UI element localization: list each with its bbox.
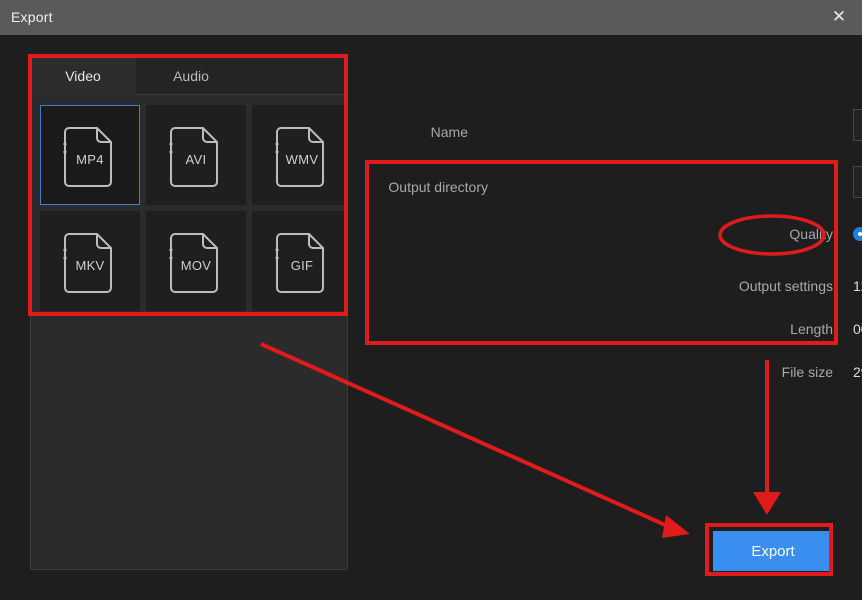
format-grid: MP4 AVI WMV MKV MOV GIF	[40, 105, 352, 311]
export-dialog: Export ✕ Video Audio MP4 AVI WMV MKV MOV…	[0, 0, 862, 600]
format-label-wmv: WMV	[285, 152, 319, 167]
tab-audio-label: Audio	[173, 67, 209, 84]
file-size-label: File size	[781, 364, 833, 380]
format-label-mov: MOV	[180, 258, 212, 273]
format-tabs: Video Audio	[30, 57, 348, 95]
settings-panel: Name Output directory Quality High Stand…	[365, 50, 862, 580]
length-value: 00:00:35.07	[853, 321, 862, 337]
format-tile-gif[interactable]: GIF	[252, 211, 352, 311]
length-label: Length	[790, 321, 833, 337]
close-icon[interactable]: ✕	[816, 0, 862, 35]
tab-empty	[246, 57, 348, 95]
tab-audio[interactable]: Audio	[136, 57, 246, 95]
file-icon: WMV	[271, 122, 333, 188]
file-icon: MKV	[59, 228, 121, 294]
radio-dot-icon	[853, 227, 862, 241]
file-size-value: 29.74 MB(Estimated)	[853, 364, 862, 380]
file-icon: GIF	[271, 228, 333, 294]
file-icon: AVI	[165, 122, 227, 188]
name-input[interactable]	[853, 109, 862, 141]
format-list-area: MP4 AVI WMV MKV MOV GIF	[30, 95, 352, 570]
format-tile-mov[interactable]: MOV	[146, 211, 246, 311]
tab-video[interactable]: Video	[30, 57, 136, 95]
output-settings-label: Output settings	[738, 278, 833, 294]
format-tile-wmv[interactable]: WMV	[252, 105, 352, 205]
title-bar: Export ✕	[0, 0, 862, 35]
format-label-mkv: MKV	[75, 258, 105, 273]
file-icon: MOV	[165, 228, 227, 294]
format-label-mp4: MP4	[76, 152, 104, 167]
output-directory-input[interactable]	[853, 166, 862, 198]
format-tile-mkv[interactable]: MKV	[40, 211, 140, 311]
quality-option-high[interactable]: High	[853, 224, 862, 244]
export-button[interactable]: Export	[713, 531, 833, 571]
file-icon: MP4	[59, 122, 121, 188]
output-settings-value: 1280 x 720	[853, 278, 862, 294]
format-label-gif: GIF	[290, 258, 314, 273]
name-label: Name	[430, 124, 468, 140]
tab-video-label: Video	[65, 67, 101, 84]
window-title: Export	[11, 9, 53, 25]
format-tile-mp4[interactable]: MP4	[40, 105, 140, 205]
quality-label: Quality	[789, 226, 833, 242]
output-directory-label: Output directory	[388, 179, 488, 195]
format-tile-avi[interactable]: AVI	[146, 105, 246, 205]
format-label-avi: AVI	[185, 152, 207, 167]
format-panel: Video Audio MP4 AVI WMV MKV MOV GIF	[30, 57, 352, 570]
